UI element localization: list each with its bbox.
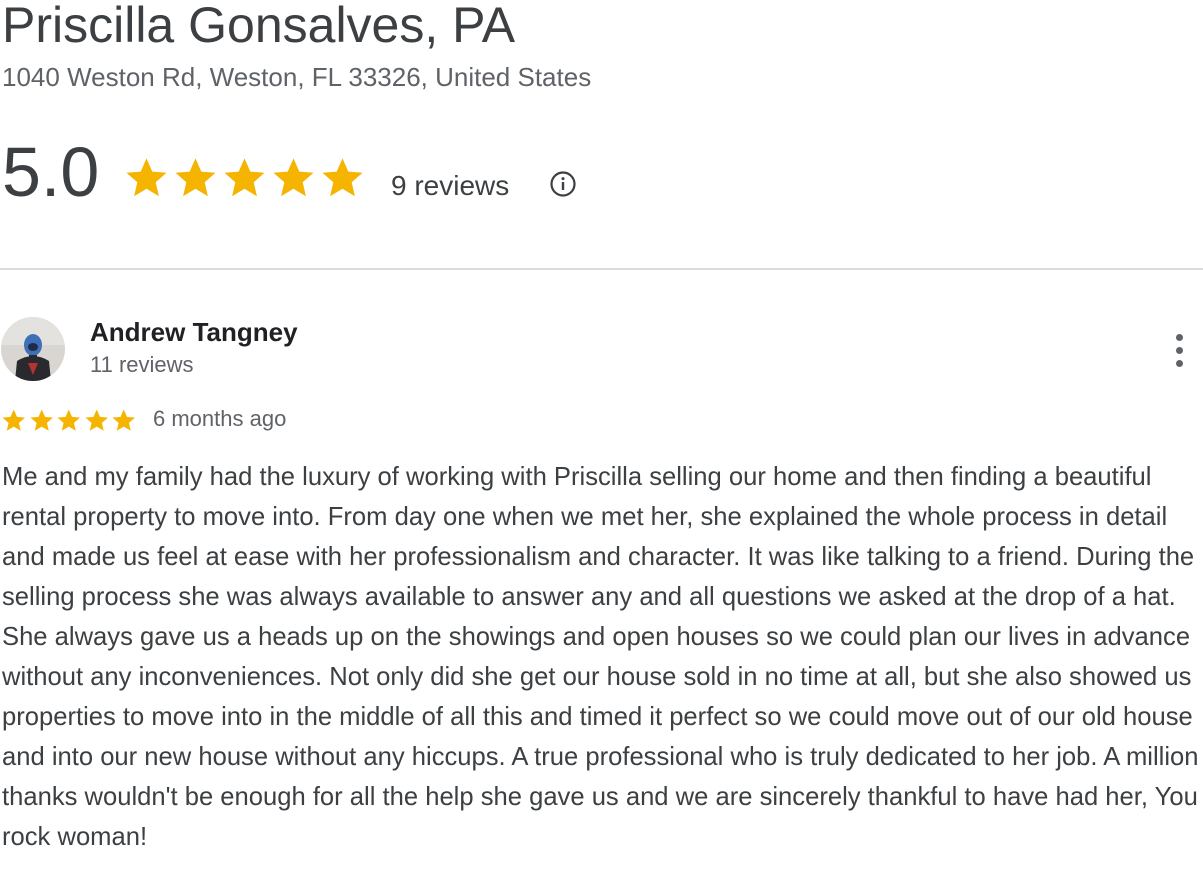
star-icon [273, 158, 314, 197]
star-icon [175, 158, 216, 197]
business-address: 1040 Weston Rd, Weston, FL 33326, United… [2, 62, 592, 92]
more-vertical-icon-dot [1175, 359, 1183, 367]
info-circle-icon[interactable] [549, 170, 577, 198]
reviewer-review-count: 11 reviews [90, 352, 194, 377]
more-vertical-icon-dot [1175, 346, 1183, 354]
more-options-button[interactable] [1163, 330, 1195, 370]
review-meta: 6 months ago [0, 403, 600, 437]
star-icon [2, 409, 25, 431]
average-rating-stars [122, 154, 367, 202]
avatar-image [1, 317, 65, 381]
review-text: Me and my family had the luxury of worki… [2, 463, 1199, 851]
review-time: 6 months ago [153, 406, 287, 431]
review-rating-stars [0, 407, 138, 434]
divider [0, 268, 1203, 270]
star-icon [57, 409, 80, 431]
star-icon [85, 409, 108, 431]
reviewer-name[interactable]: Andrew Tangney [90, 316, 298, 348]
reviewer-avatar[interactable] [1, 317, 65, 381]
more-vertical-icon [1175, 333, 1183, 341]
star-icon [224, 158, 265, 197]
rating-summary: 5.0 9 reviews [0, 132, 700, 222]
star-icon [126, 158, 167, 197]
star-icon [322, 158, 363, 197]
star-icon [30, 409, 53, 431]
business-name: Priscilla Gonsalves, PA [2, 0, 516, 53]
total-review-count[interactable]: 9 reviews [391, 168, 509, 204]
average-rating: 5.0 [2, 133, 100, 211]
star-icon [112, 409, 135, 431]
